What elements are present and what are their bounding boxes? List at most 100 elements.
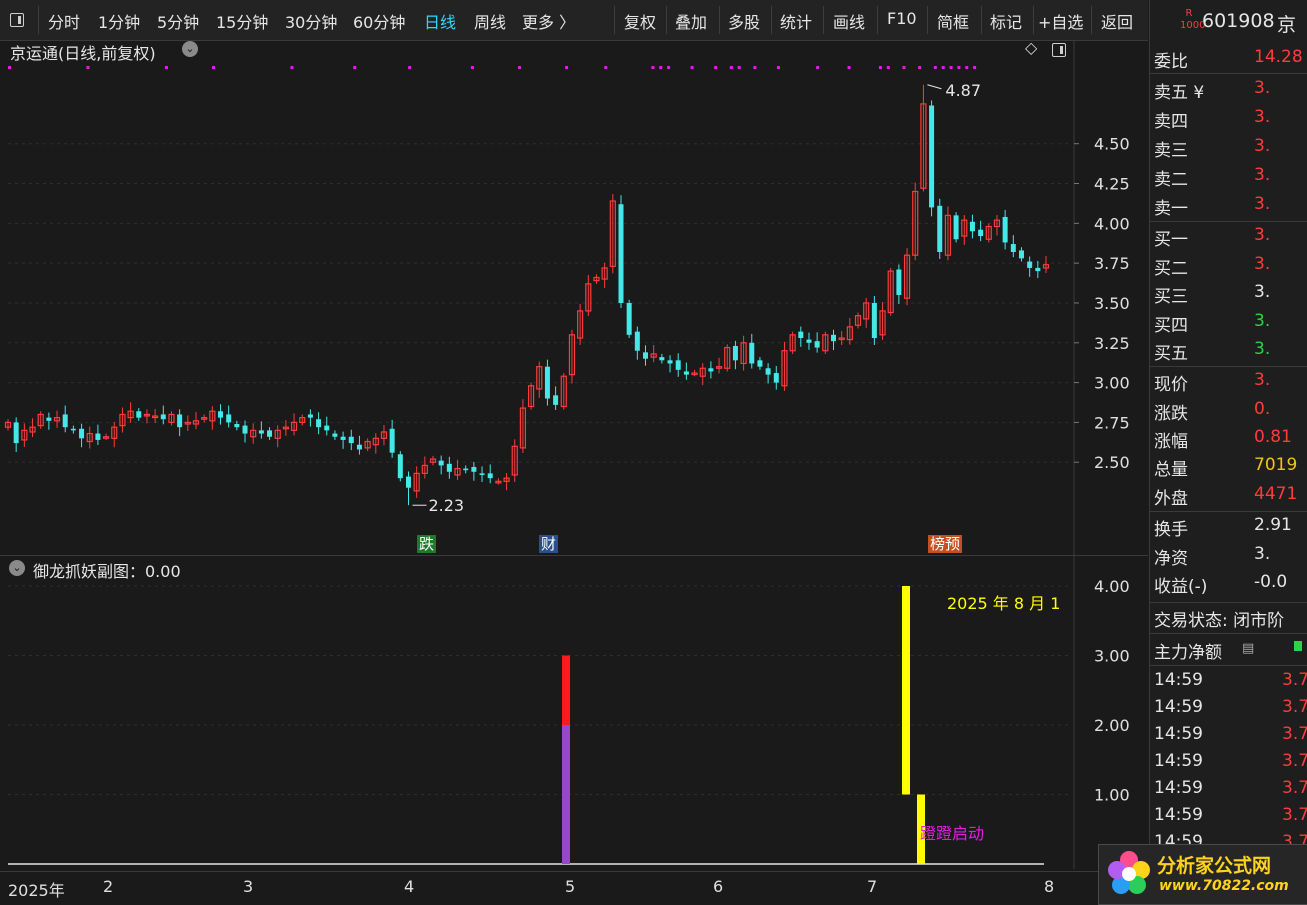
candle[interactable]: [920, 84, 927, 192]
candle[interactable]: [95, 424, 101, 446]
candle[interactable]: [177, 409, 183, 437]
candle[interactable]: [136, 408, 142, 421]
candle[interactable]: [1027, 256, 1033, 277]
candle[interactable]: [446, 456, 452, 479]
candle[interactable]: [127, 402, 134, 423]
candle[interactable]: [53, 410, 61, 428]
candle[interactable]: [250, 423, 257, 444]
candle[interactable]: [192, 411, 200, 430]
candle[interactable]: [413, 466, 420, 498]
candle[interactable]: [715, 357, 723, 374]
candle[interactable]: [912, 182, 919, 261]
candle[interactable]: [511, 439, 518, 482]
f10-button[interactable]: F10: [887, 9, 917, 28]
candle[interactable]: [307, 409, 313, 427]
candle[interactable]: [479, 466, 485, 482]
tab-weekly[interactable]: 周线: [474, 9, 506, 33]
candle[interactable]: [119, 407, 126, 433]
candle[interactable]: [626, 299, 632, 338]
candle[interactable]: [781, 341, 788, 391]
candle[interactable]: [463, 465, 469, 474]
candle[interactable]: [1010, 235, 1016, 258]
tab-1min[interactable]: 1分钟: [98, 9, 140, 33]
candle[interactable]: [691, 369, 698, 377]
candle[interactable]: [274, 425, 281, 448]
add-watchlist-button[interactable]: +自选: [1038, 9, 1083, 33]
candle[interactable]: [544, 359, 550, 406]
candle[interactable]: [708, 361, 714, 379]
candle[interactable]: [503, 473, 510, 491]
candle[interactable]: [316, 412, 322, 435]
diamond-icon[interactable]: ◇: [1025, 38, 1037, 57]
mark-button[interactable]: 标记: [990, 9, 1022, 33]
main-net-label[interactable]: 主力净额: [1154, 638, 1222, 663]
candle[interactable]: [830, 329, 836, 351]
candle[interactable]: [143, 409, 151, 424]
candle[interactable]: [937, 198, 943, 260]
candle[interactable]: [1002, 209, 1008, 250]
candle[interactable]: [405, 471, 411, 506]
candle[interactable]: [1042, 255, 1050, 274]
tick-row[interactable]: 14:59 3.7: [1154, 697, 1307, 723]
tab-15min[interactable]: 15分钟: [216, 9, 268, 33]
candle[interactable]: [969, 214, 975, 239]
candle[interactable]: [102, 433, 110, 440]
candle[interactable]: [961, 215, 968, 245]
candle[interactable]: [749, 333, 755, 369]
candle[interactable]: [21, 423, 28, 447]
candle[interactable]: [806, 332, 812, 350]
candle[interactable]: [953, 212, 959, 243]
simple-frame-button[interactable]: 简框: [937, 9, 969, 33]
candle[interactable]: [282, 420, 289, 436]
candle[interactable]: [643, 345, 649, 366]
candle[interactable]: [209, 406, 216, 430]
tick-row[interactable]: 14:59 3.7: [1154, 778, 1307, 804]
stats-button[interactable]: 统计: [780, 9, 812, 33]
candle[interactable]: [380, 424, 388, 446]
candle[interactable]: [944, 206, 952, 261]
candle[interactable]: [985, 223, 992, 243]
candle[interactable]: [577, 303, 584, 346]
candle[interactable]: [667, 355, 673, 373]
event-badge-finance[interactable]: 财: [539, 535, 559, 553]
kline-chart[interactable]: 4.50 4.25 4.00 3.75 3.50 3.25 3.00 2.75 2.50 4.87…: [0, 40, 1148, 555]
candle[interactable]: [421, 456, 428, 479]
candle[interactable]: [267, 427, 273, 440]
candle[interactable]: [896, 264, 902, 304]
candle[interactable]: [993, 215, 1001, 236]
candle[interactable]: [340, 431, 346, 449]
panel-toggle-icon[interactable]: [10, 13, 24, 27]
candle[interactable]: [887, 267, 894, 316]
indicator-bar[interactable]: [562, 725, 570, 864]
candle[interactable]: [4, 419, 12, 431]
indicator-bar[interactable]: [902, 586, 910, 795]
tab-30min[interactable]: 30分钟: [285, 9, 337, 33]
candle[interactable]: [111, 422, 118, 448]
candle[interactable]: [332, 430, 338, 440]
candle[interactable]: [290, 413, 298, 436]
candle[interactable]: [879, 302, 886, 340]
candle[interactable]: [593, 274, 600, 284]
candle[interactable]: [903, 248, 911, 306]
candle[interactable]: [438, 455, 444, 475]
candle[interactable]: [683, 362, 689, 380]
candle[interactable]: [258, 421, 264, 439]
candle[interactable]: [553, 386, 559, 410]
candle[interactable]: [348, 429, 354, 451]
candle[interactable]: [454, 459, 461, 481]
candle[interactable]: [299, 414, 306, 426]
candle[interactable]: [495, 478, 502, 485]
candle[interactable]: [846, 317, 853, 345]
tab-daily[interactable]: 日线: [424, 9, 456, 33]
candle[interactable]: [79, 423, 85, 448]
candle[interactable]: [152, 409, 159, 424]
candle[interactable]: [37, 411, 44, 429]
candle[interactable]: [356, 435, 362, 455]
event-badge-drop[interactable]: 跌: [417, 535, 437, 553]
candle[interactable]: [372, 433, 379, 454]
tick-row[interactable]: 14:59 3.7: [1154, 751, 1307, 777]
back-button[interactable]: 返回: [1101, 9, 1133, 33]
candle[interactable]: [536, 361, 543, 398]
multi-stock-button[interactable]: 多股: [728, 9, 760, 33]
candle[interactable]: [46, 412, 52, 430]
